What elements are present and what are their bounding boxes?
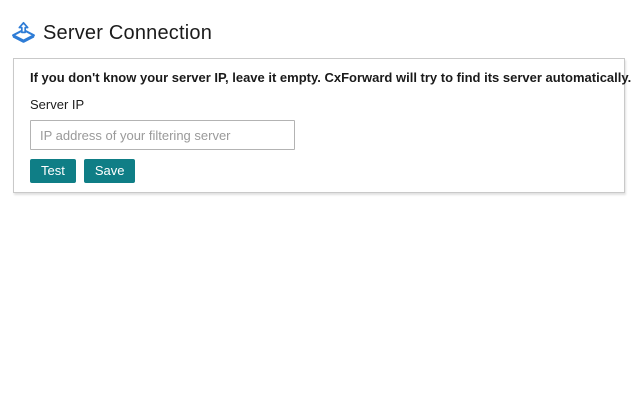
save-button[interactable]: Save <box>84 159 136 183</box>
button-row: Test Save <box>30 159 608 183</box>
page-title: Server Connection <box>43 22 212 45</box>
server-connection-page: Server Connection If you don't know your… <box>0 0 640 193</box>
page-header: Server Connection <box>0 0 640 47</box>
instructions-text: If you don't know your server IP, leave … <box>30 70 608 85</box>
export-tray-icon <box>11 20 36 46</box>
server-ip-label: Server IP <box>30 97 608 112</box>
server-ip-input[interactable] <box>30 120 295 150</box>
server-connection-panel: If you don't know your server IP, leave … <box>13 58 625 193</box>
test-button[interactable]: Test <box>30 159 76 183</box>
